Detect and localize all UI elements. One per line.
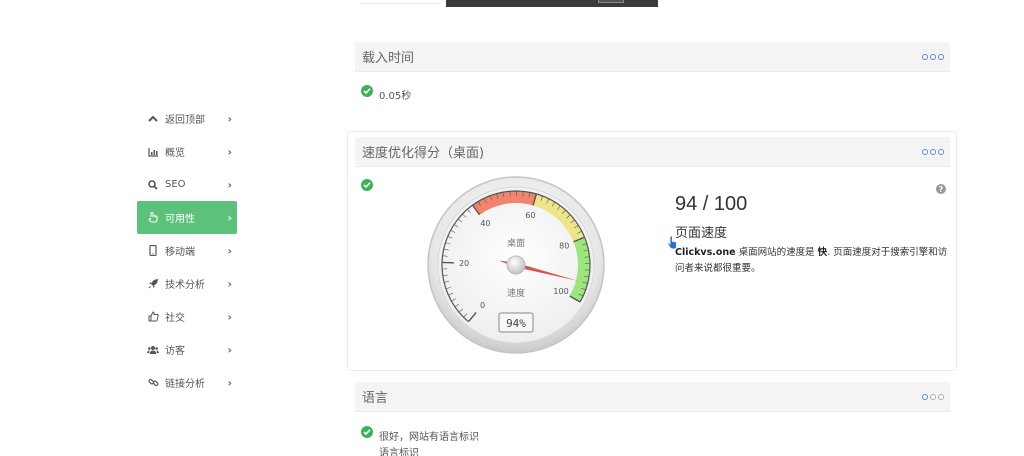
chevron-right-icon: › (227, 277, 232, 290)
gauge-tick-label: 60 (525, 211, 535, 220)
panel-options-icon[interactable] (922, 148, 944, 155)
video-control-bar (446, 0, 658, 7)
chevron-up-icon (147, 113, 159, 125)
check-circle-icon (361, 85, 373, 97)
sidebar-item-tech-analysis[interactable]: 技术分析 › (137, 267, 237, 300)
load-time-header: 载入时间 (355, 42, 950, 72)
sidebar-item-label: 可用性 (165, 214, 195, 225)
sidebar-item-mobile[interactable]: 移动端 › (137, 234, 237, 267)
sidebar-item-label: SEO (165, 179, 186, 190)
sidebar-nav: 返回顶部 › 概览 › SEO › 可用性 › 移动端 › 技术分析 › 社交 … (137, 102, 237, 399)
sidebar-item-label: 概览 (165, 148, 185, 159)
chevron-right-icon: › (227, 376, 232, 389)
mobile-icon (147, 245, 159, 257)
help-icon[interactable]: ? (936, 184, 946, 194)
thumbs-up-icon (147, 311, 159, 323)
sidebar-item-overview[interactable]: 概览 › (137, 135, 237, 168)
chevron-right-icon: › (227, 145, 232, 158)
rocket-icon (147, 278, 159, 290)
sidebar-item-visitors[interactable]: 访客 › (137, 333, 237, 366)
gauge-tick-label: 80 (559, 242, 569, 251)
chevron-right-icon: › (227, 112, 232, 125)
language-header: 语言 (355, 382, 950, 412)
panel-options-icon[interactable] (922, 393, 944, 400)
sidebar-item-social[interactable]: 社交 › (137, 300, 237, 333)
gauge-tick-label: 40 (480, 219, 490, 228)
speed-score-label: 页面速度 (675, 226, 728, 241)
chevron-right-icon: › (227, 211, 232, 224)
desc-part1: 桌面网站的速度是 (735, 247, 818, 258)
sidebar-item-label: 社交 (165, 313, 185, 324)
load-time-title: 载入时间 (362, 51, 415, 66)
gauge-tick-label: 0 (480, 301, 485, 310)
sidebar-item-seo[interactable]: SEO › (137, 168, 237, 201)
sidebar-item-label: 链接分析 (165, 379, 205, 390)
check-circle-icon (361, 179, 373, 191)
speed-gauge: 0 20 40 60 80 100 桌面 速度 94% (427, 176, 605, 354)
panel-options-icon[interactable] (922, 53, 944, 60)
users-icon (147, 344, 159, 356)
sidebar-item-label: 返回顶部 (165, 115, 205, 126)
sidebar-item-link-analysis[interactable]: 链接分析 › (137, 366, 237, 399)
video-control-button (598, 0, 624, 3)
speed-header: 速度优化得分（桌面) (355, 137, 950, 167)
search-icon (147, 179, 159, 191)
chevron-right-icon: › (227, 244, 232, 257)
bar-chart-icon (147, 146, 159, 158)
sidebar-item-back-to-top[interactable]: 返回顶部 › (137, 102, 237, 135)
language-title: 语言 (362, 391, 389, 406)
speed-title: 速度优化得分（桌面) (362, 146, 485, 161)
check-circle-icon (361, 426, 373, 438)
gauge-label-bottom: 速度 (507, 287, 525, 299)
gauge-readout: 94% (506, 317, 526, 330)
language-sub: 语言标识 (379, 448, 419, 456)
chevron-right-icon: › (227, 310, 232, 323)
gauge-tick-label: 20 (459, 259, 469, 268)
site-name: Clickvs.one (675, 247, 736, 258)
sidebar-item-label: 技术分析 (165, 280, 205, 291)
sidebar-item-label: 访客 (165, 346, 185, 357)
sidebar-item-label: 移动端 (165, 247, 195, 258)
speed-description: Clickvs.one 桌面网站的速度是 快. 页面速度对于搜索引擎和访问者来说… (675, 245, 955, 277)
speed-rating: 快 (817, 247, 828, 258)
gauge-label-top: 桌面 (507, 237, 525, 249)
gauge-hub (506, 255, 526, 275)
top-faint-line (360, 0, 440, 4)
language-status: 很好，网站有语言标识 (379, 432, 479, 443)
link-icon (147, 377, 159, 389)
speed-score: 94 / 100 (675, 193, 748, 215)
gauge-tick-label: 100 (553, 287, 568, 296)
chevron-right-icon: › (227, 343, 232, 356)
chevron-right-icon: › (227, 178, 232, 191)
mouse-cursor-icon (667, 236, 677, 250)
hand-pointer-icon (147, 212, 159, 224)
load-time-value: 0.05秒 (379, 91, 412, 102)
sidebar-item-usability[interactable]: 可用性 › (137, 201, 237, 234)
